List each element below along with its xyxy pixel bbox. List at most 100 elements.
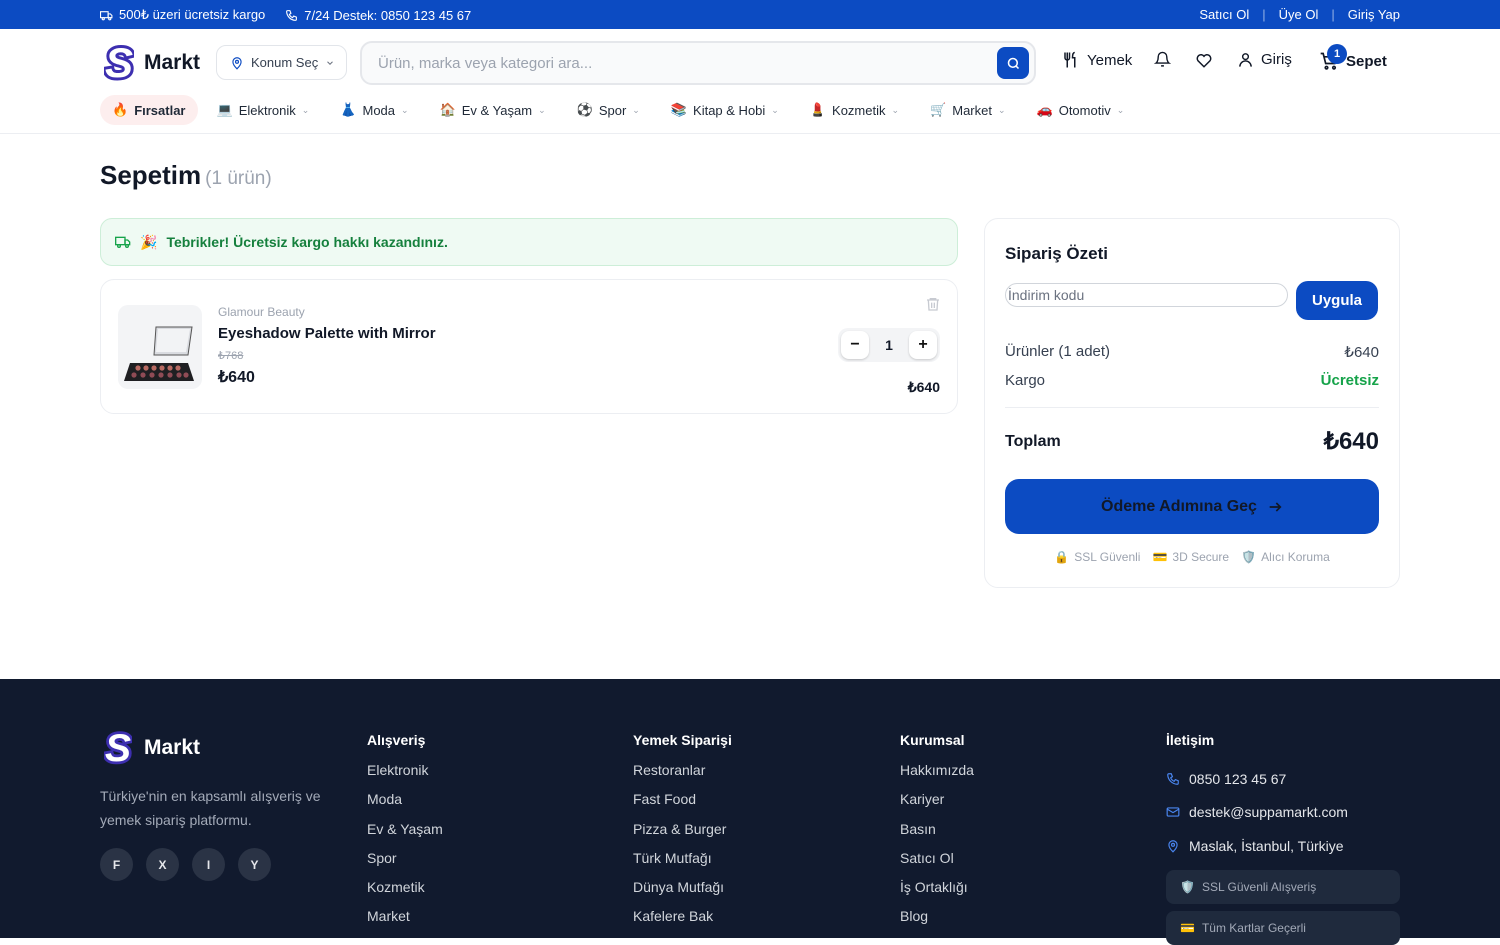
social-links: F X I Y (100, 848, 271, 881)
footer-link[interactable]: Türk Mutfağı (633, 850, 732, 879)
login-link[interactable]: Giriş Yap (1348, 7, 1400, 22)
footer-column-corporate: Kurumsal Hakkımızda Kariyer Basın Satıcı… (900, 732, 974, 938)
footer-link[interactable]: Kozmetik (367, 879, 443, 908)
shipping-row: Kargo Ücretsiz (1005, 372, 1379, 389)
ssl-secure-badge: 🛡️ SSL Güvenli Alışveriş (1166, 869, 1400, 904)
decrease-quantity-button[interactable]: − (841, 331, 869, 359)
nav-item-books[interactable]: 📚 Kitap & Hobi ⌄ (661, 95, 789, 125)
youtube-icon[interactable]: Y (238, 848, 271, 881)
arrow-right-icon (1269, 501, 1282, 512)
trust-badge: 🔒 SSL Güvenli (1054, 550, 1141, 564)
footer-link[interactable]: Moda (367, 791, 443, 820)
trust-badges: 🔒 SSL Güvenli 💳 3D Secure 🛡️ Alıcı Koruma (1005, 550, 1379, 564)
logo[interactable]: S Markt (104, 43, 200, 83)
footer-link[interactable]: Satıcı Ol (900, 850, 974, 879)
nav-item-market[interactable]: 🛒 Market ⌄ (920, 95, 1015, 125)
footer-link[interactable]: Hakkımızda (900, 762, 974, 791)
product-name[interactable]: Eyeshadow Palette with Mirror (218, 325, 436, 342)
shield-icon: 🛡️ (1180, 879, 1195, 894)
fork-knife-icon (1064, 51, 1076, 68)
food-link[interactable]: Yemek (1062, 51, 1132, 69)
notifications-button[interactable] (1154, 51, 1171, 68)
nav-item-deals[interactable]: 🔥 Fırsatlar (100, 95, 198, 125)
svg-text:S: S (105, 729, 131, 767)
nav-item-automotive[interactable]: 🚗 Otomotiv ⌄ (1027, 95, 1135, 125)
checkout-button[interactable]: Ödeme Adımına Geç (1005, 479, 1379, 534)
instagram-icon[interactable]: I (192, 848, 225, 881)
books-icon: 📚 (670, 102, 688, 117)
facebook-icon[interactable]: F (100, 848, 133, 881)
footer-link[interactable]: Basın (900, 821, 974, 850)
footer-link[interactable]: Dünya Mutfağı (633, 879, 732, 908)
chevron-down-icon: ⌄ (1116, 104, 1125, 115)
top-bar: 500₺ üzeri ücretsiz kargo 7/24 Destek: 0… (0, 0, 1500, 29)
footer-logo[interactable]: S Markt (104, 729, 200, 767)
search-button[interactable] (997, 47, 1029, 79)
lock-icon: 🔒 (1054, 550, 1070, 564)
footer-link[interactable]: Blog (900, 908, 974, 937)
chevron-down-icon: ⌄ (632, 104, 640, 115)
contact-address: Maslak, İstanbul, Türkiye (1166, 829, 1400, 863)
search-icon (1007, 57, 1019, 69)
trust-badge: 💳 3D Secure (1152, 550, 1230, 564)
nav-item-sports[interactable]: ⚽ Spor ⌄ (567, 95, 650, 125)
footer-link[interactable]: Market (367, 908, 443, 937)
page-title: Sepetim (1 ürün) (100, 160, 272, 190)
product-image[interactable] (118, 305, 202, 389)
favorites-button[interactable] (1195, 51, 1213, 69)
footer-link[interactable]: Fast Food (633, 791, 732, 820)
chevron-down-icon: ⌄ (538, 104, 546, 115)
header: S Markt Konum Seç Yemek Giriş Sepet 1 🔥 … (0, 29, 1500, 134)
eyeshadow-palette-icon (124, 326, 194, 381)
all-cards-badge: 💳 Tüm Kartlar Geçerli (1166, 910, 1400, 945)
separator: | (1262, 7, 1266, 22)
nav-item-cosmetics[interactable]: 💄 Kozmetik ⌄ (800, 95, 909, 125)
footer-link[interactable]: Kariyer (900, 791, 974, 820)
bell-icon (1154, 51, 1171, 67)
category-nav: 🔥 Fırsatlar 💻 Elektronik ⌄ 👗 Moda ⌄ 🏠 Ev… (100, 95, 1145, 125)
coupon-code-input[interactable] (1005, 283, 1288, 307)
footer-link[interactable]: Elektronik (367, 762, 443, 791)
contact-phone[interactable]: 0850 123 45 67 (1166, 762, 1400, 796)
brand-name: Markt (144, 51, 201, 74)
nav-item-fashion[interactable]: 👗 Moda ⌄ (330, 95, 418, 125)
house-icon: 🏠 (439, 102, 456, 117)
become-seller-link[interactable]: Satıcı Ol (1199, 7, 1249, 22)
increase-quantity-button[interactable]: + (909, 331, 937, 359)
register-link[interactable]: Üye Ol (1279, 7, 1319, 22)
remove-item-button[interactable] (925, 296, 941, 312)
mail-icon (1166, 807, 1180, 817)
nav-item-electronics[interactable]: 💻 Elektronik ⌄ (207, 95, 320, 125)
product-brand: Glamour Beauty (218, 305, 305, 319)
trash-icon (927, 298, 939, 311)
cart-count-badge: 1 (1327, 44, 1347, 64)
credit-card-icon: 💳 (1152, 550, 1168, 564)
footer-contact: İletişim 0850 123 45 67 destek@suppamark… (1166, 732, 1400, 945)
contact-email[interactable]: destek@suppamarkt.com (1166, 796, 1400, 830)
apply-coupon-button[interactable]: Uygula (1296, 281, 1378, 320)
items-subtotal-row: Ürünler (1 adet) ₺640 (1005, 343, 1379, 361)
old-price: ₺768 (218, 350, 244, 362)
summary-title: Sipariş Özeti (1005, 244, 1108, 263)
phone-icon (1167, 772, 1179, 785)
footer-link[interactable]: Pizza & Burger (633, 821, 732, 850)
dress-icon: 👗 (340, 102, 357, 117)
chevron-down-icon: ⌄ (997, 104, 1006, 115)
location-label: Konum Seç (251, 55, 319, 70)
nav-item-home[interactable]: 🏠 Ev & Yaşam ⌄ (430, 95, 556, 125)
login-button[interactable]: Giriş (1237, 51, 1292, 68)
location-selector[interactable]: Konum Seç (216, 45, 347, 80)
footer-link[interactable]: Kafelere Bak (633, 908, 732, 937)
footer-link[interactable]: İş Ortaklığı (900, 879, 974, 908)
footer-link[interactable]: Spor (367, 850, 443, 879)
footer-link[interactable]: Restoranlar (633, 762, 732, 791)
chevron-down-icon: ⌄ (891, 104, 900, 115)
search-input[interactable] (378, 43, 978, 83)
order-summary: Sipariş Özeti Uygula Ürünler (1 adet) ₺6… (984, 218, 1400, 588)
footer-link[interactable]: Ev & Yaşam (367, 821, 443, 850)
separator: | (1331, 7, 1335, 22)
total-row: Toplam ₺640 (1005, 428, 1379, 455)
x-icon[interactable]: X (146, 848, 179, 881)
user-icon (1239, 53, 1252, 67)
svg-text:S: S (105, 43, 133, 83)
